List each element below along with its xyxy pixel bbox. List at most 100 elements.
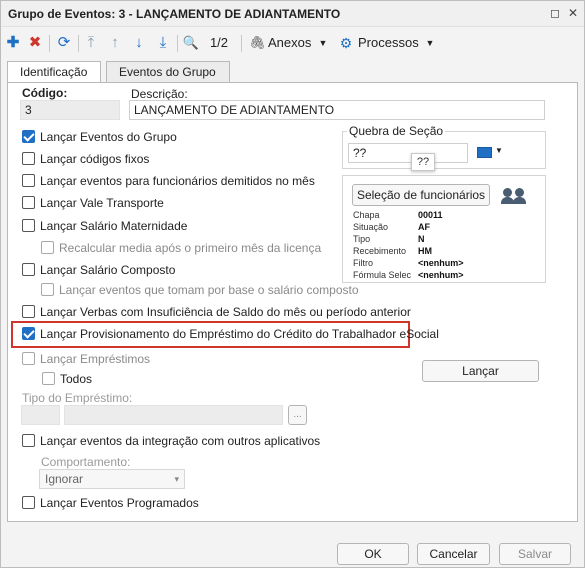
restore-icon[interactable]: ◻	[547, 5, 563, 21]
cancel-button[interactable]: Cancelar	[417, 543, 490, 565]
dialog-window: Grupo de Eventos: 3 - LANÇAMENTO DE ADIA…	[0, 0, 585, 568]
previous-record-icon[interactable]: ↑	[107, 33, 123, 53]
option-todos[interactable]: Todos	[42, 372, 92, 388]
checkbox-icon[interactable]	[22, 496, 35, 509]
add-icon[interactable]: ✚	[5, 33, 21, 53]
checkbox-icon[interactable]	[22, 263, 35, 276]
info-key-chapa: Chapa	[353, 210, 380, 220]
ok-button[interactable]: OK	[337, 543, 409, 565]
checkbox-icon[interactable]	[22, 434, 35, 447]
codigo-label: Código:	[22, 86, 68, 100]
option-lancar-eventos-do-grupo[interactable]: Lançar Eventos do Grupo	[22, 130, 177, 146]
checkbox-icon	[41, 241, 54, 254]
checkbox-icon[interactable]	[22, 305, 35, 318]
option-lancar-codigos-fixos[interactable]: Lançar códigos fixos	[22, 152, 149, 168]
checkbox-icon[interactable]	[22, 130, 35, 143]
option-label: Lançar eventos para funcionários demitid…	[40, 174, 315, 188]
toolbar: ✚ ✖ ⟳ ⤒ ↑ ↓ ⤓ 🔍 1/2 🖇 Anexos ▼ ⚙ Process…	[1, 30, 584, 56]
option-lancar-salario-maternidade[interactable]: Lançar Salário Maternidade	[22, 219, 187, 235]
quebra-secao-field[interactable]: ??	[348, 143, 468, 163]
option-label: Lançar códigos fixos	[40, 152, 150, 166]
selecao-funcionarios-button[interactable]: Seleção de funcionários	[352, 184, 490, 206]
option-label: Lançar eventos da integração com outros …	[40, 434, 321, 448]
option-label: Lançar Eventos do Grupo	[40, 130, 177, 144]
checkbox-icon[interactable]	[22, 219, 35, 232]
toolbar-separator	[241, 35, 242, 52]
tab-eventos-do-grupo[interactable]: Eventos do Grupo	[106, 61, 230, 83]
checkbox-icon[interactable]	[22, 327, 35, 340]
checkbox-icon[interactable]	[22, 174, 35, 187]
descricao-field[interactable]: LANÇAMENTO DE ADIANTAMENTO	[129, 100, 545, 120]
paperclip-icon[interactable]: 🖇	[249, 33, 266, 53]
option-label: Lançar Eventos Programados	[40, 496, 199, 510]
chevron-down-icon[interactable]: ▼	[425, 33, 435, 53]
info-value-formula-selec: <nenhum>	[418, 270, 464, 280]
delete-icon[interactable]: ✖	[27, 33, 43, 53]
tipo-emprestimo-lookup-button: ...	[288, 405, 307, 425]
last-record-icon[interactable]: ⤓	[155, 33, 171, 53]
option-lancar-verbas-insuficiencia[interactable]: Lançar Verbas com Insuficiência de Saldo…	[22, 305, 411, 321]
comportamento-label: Comportamento:	[41, 455, 131, 469]
info-value-recebimento: HM	[418, 246, 432, 256]
option-lancar-integracao[interactable]: Lançar eventos da integração com outros …	[22, 434, 320, 450]
option-label: Lançar Vale Transporte	[40, 196, 164, 210]
tipo-emprestimo-code-field	[21, 405, 60, 425]
save-button[interactable]: Salvar	[499, 543, 571, 565]
toolbar-separator	[49, 35, 50, 52]
toolbar-separator	[78, 35, 79, 52]
refresh-icon[interactable]: ⟳	[55, 33, 73, 53]
checkbox-icon[interactable]	[42, 372, 55, 385]
option-lancar-salario-composto[interactable]: Lançar Salário Composto	[22, 263, 175, 279]
option-recalcular-media: Recalcular media após o primeiro mês da …	[41, 241, 321, 257]
next-record-icon[interactable]: ↓	[131, 33, 147, 53]
option-lancar-demitidos[interactable]: Lançar eventos para funcionários demitid…	[22, 174, 315, 190]
info-key-tipo: Tipo	[353, 234, 371, 244]
title-bar: Grupo de Eventos: 3 - LANÇAMENTO DE ADIA…	[1, 1, 584, 27]
close-icon[interactable]: ✕	[565, 5, 581, 21]
tooltip: ??	[411, 153, 435, 171]
info-key-recebimento: Recebimento	[353, 246, 407, 256]
option-label: Lançar Provisionamento do Empréstimo do …	[40, 327, 439, 341]
chevron-down-icon: ▼	[495, 146, 503, 155]
users-icon	[501, 186, 531, 206]
option-lancar-vale-transporte[interactable]: Lançar Vale Transporte	[22, 196, 164, 212]
option-lancar-base-salario-composto: Lançar eventos que tomam por base o salá…	[41, 283, 359, 299]
search-icon[interactable]: 🔍	[182, 33, 200, 53]
first-record-icon[interactable]: ⤒	[83, 33, 99, 53]
chevron-down-icon[interactable]: ▼	[318, 33, 328, 53]
comportamento-select: Ignorar ▾	[39, 469, 185, 489]
descricao-label: Descrição:	[131, 87, 188, 101]
anexos-menu[interactable]: Anexos	[268, 33, 314, 53]
chevron-down-icon: ▾	[174, 474, 179, 484]
option-label: Lançar Salário Composto	[40, 263, 176, 277]
tipo-emprestimo-description-field	[64, 405, 283, 425]
checkbox-icon[interactable]	[22, 152, 35, 165]
codigo-field: 3	[20, 100, 120, 120]
comportamento-value: Ignorar	[45, 472, 84, 486]
quebra-secao-label: Quebra de Seção	[347, 124, 446, 138]
toolbar-separator	[177, 35, 178, 52]
processos-menu[interactable]: Processos	[358, 33, 419, 53]
option-label: Lançar Verbas com Insuficiência de Saldo…	[40, 305, 411, 319]
option-lancar-eventos-programados[interactable]: Lançar Eventos Programados	[22, 496, 199, 512]
grid-icon	[477, 147, 492, 158]
quebra-secao-selector[interactable]: ▼	[476, 144, 504, 162]
gear-icon[interactable]: ⚙	[338, 33, 354, 53]
info-key-formula-selec: Fórmula Selec	[353, 270, 412, 280]
option-label: Lançar Empréstimos	[40, 352, 151, 366]
checkbox-icon	[41, 283, 54, 296]
option-label: Lançar eventos que tomam por base o salá…	[59, 283, 359, 297]
info-value-situacao: AF	[418, 222, 430, 232]
lancar-button[interactable]: Lançar	[422, 360, 539, 382]
checkbox-icon[interactable]	[22, 196, 35, 209]
info-key-situacao: Situação	[353, 222, 389, 232]
option-lancar-emprestimos: Lançar Empréstimos	[22, 352, 150, 368]
info-value-chapa: 00011	[418, 210, 443, 220]
info-key-filtro: Filtro	[353, 258, 373, 268]
info-value-filtro: <nenhum>	[418, 258, 464, 268]
page-indicator: 1/2	[209, 35, 229, 50]
option-label: Todos	[60, 372, 93, 386]
option-lancar-provisionamento-emprestimo[interactable]: Lançar Provisionamento do Empréstimo do …	[22, 327, 439, 343]
tab-identificacao[interactable]: Identificação	[7, 61, 101, 84]
info-value-tipo: N	[418, 234, 425, 244]
